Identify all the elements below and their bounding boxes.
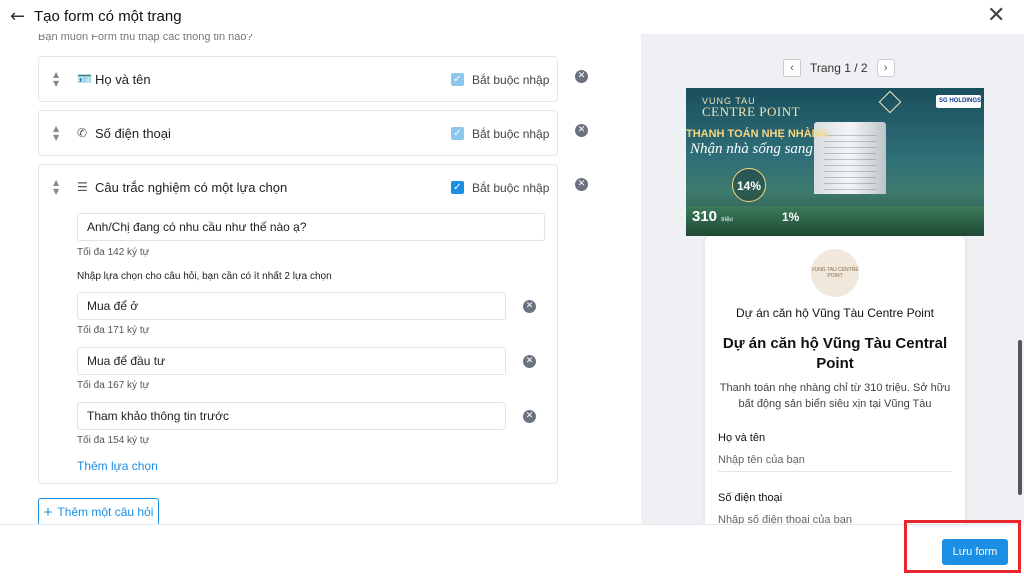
form-subtitle: Dự án căn hộ Vũng Tàu Centre Point [736, 306, 934, 320]
page-indicator: Trang 1 / 2 [810, 61, 868, 75]
form-description: Thanh toán nhẹ nhàng chỉ từ 310 triệu. S… [719, 382, 951, 410]
add-option-link[interactable]: Thêm lựa chọn [77, 459, 158, 473]
name-input[interactable]: Nhập tên của bạn [718, 450, 952, 472]
required-checkbox[interactable]: ✓ [451, 127, 464, 140]
delete-option-icon[interactable]: ✕ [523, 410, 536, 423]
question-label: Họ và tên [95, 72, 151, 87]
form-logo: VUNG TAU CENTRE POINT [811, 249, 859, 297]
form-preview-card: VUNG TAU CENTRE POINT Dự án căn hộ Vũng … [705, 236, 965, 524]
option-input[interactable]: Tham khảo thông tin trước [77, 402, 506, 430]
required-label: Bắt buộc nhập [472, 73, 550, 87]
reorder-icon[interactable]: ▲ ▼ [53, 70, 59, 88]
banner-brand-name: CENTRE POINT [702, 104, 801, 119]
form-title: Dự án căn hộ Vũng Tàu Central Point [722, 335, 948, 372]
question-card: ▲ ▼ 🪪 Họ và tên ✓ Bắt buộc nhập [38, 56, 558, 102]
required-checkbox[interactable]: ✓ [451, 73, 464, 86]
delete-option-icon[interactable]: ✕ [523, 300, 536, 313]
reorder-icon[interactable]: ▲ ▼ [53, 178, 59, 196]
section-prompt: Bạn muốn Form thu thập các thông tin nào… [38, 34, 253, 43]
question-label: Số điện thoại [95, 126, 171, 141]
banner-tagline: Nhận nhà sống sang [690, 141, 813, 157]
required-label: Bắt buộc nhập [472, 181, 550, 195]
plus-icon: + [43, 503, 53, 521]
question-text-input[interactable]: Anh/Chị đang có nhu cầu như thế nào ạ? [77, 213, 545, 241]
list-icon: ☰ [77, 180, 88, 194]
page-pager: ‹ Trang 1 / 2 › [783, 59, 895, 77]
char-limit-hint: Tối đa 142 ký tự [77, 247, 150, 258]
page-title: Tạo form có một trang [34, 8, 182, 25]
phone-icon: ✆ [77, 126, 88, 140]
required-checkbox[interactable]: ✓ [451, 181, 464, 194]
question-card: ▲ ▼ ✆ Số điện thoại ✓ Bắt buộc nhập [38, 110, 558, 156]
field-label: Họ và tên [718, 432, 766, 444]
delete-question-icon[interactable]: ✕ [575, 124, 588, 137]
chevron-left-icon[interactable]: ‹ [783, 59, 801, 77]
question-card: ▲ ▼ ☰ Câu trắc nghiệm có một lựa chọn ✓ B… [38, 164, 558, 484]
banner-percent-badge: 14% [732, 168, 766, 202]
field-label: Số điện thoại [718, 492, 783, 504]
question-label: Câu trắc nghiệm có một lựa chọn [95, 180, 288, 195]
char-limit-hint: Tối đa 171 ký tự [77, 325, 150, 336]
banner-percent-2: 1% [782, 210, 800, 224]
footer [0, 524, 1024, 576]
banner-headline: THANH TOÁN NHẸ NHÀNG [686, 128, 829, 140]
add-question-button[interactable]: + Thêm một câu hỏi [38, 498, 159, 524]
add-question-label: Thêm một câu hỏi [57, 505, 154, 519]
required-label: Bắt buộc nhập [472, 127, 550, 141]
form-preview-panel: ‹ Trang 1 / 2 › VUNG TAU CENTRE POINT SG… [641, 34, 1024, 524]
banner-image: VUNG TAU CENTRE POINT SG HOLDINGS THANH … [686, 88, 984, 236]
reorder-icon[interactable]: ▲ ▼ [53, 124, 59, 142]
form-editor-panel: Bạn muốn Form thu thập các thông tin nào… [0, 34, 640, 524]
id-card-icon: 🪪 [77, 72, 92, 86]
option-input[interactable]: Mua để đầu tư [77, 347, 506, 375]
project-logo-icon [878, 90, 902, 114]
char-limit-hint: Tối đa 154 ký tự [77, 435, 150, 446]
arrow-left-icon[interactable]: ← [10, 6, 25, 27]
developer-logo: SG HOLDINGS [936, 95, 981, 108]
banner-price: 310 triệu [692, 208, 733, 225]
scrollbar[interactable] [1018, 340, 1022, 495]
option-input[interactable]: Mua để ở [77, 292, 506, 320]
delete-option-icon[interactable]: ✕ [523, 355, 536, 368]
delete-question-icon[interactable]: ✕ [575, 178, 588, 191]
highlight-box [904, 520, 1021, 573]
delete-question-icon[interactable]: ✕ [575, 70, 588, 83]
char-limit-hint: Tối đa 167 ký tự [77, 380, 150, 391]
chevron-right-icon[interactable]: › [876, 59, 895, 77]
close-icon[interactable]: ✕ [987, 3, 1005, 28]
options-label: Nhập lựa chọn cho câu hỏi, bạn cần có ít… [77, 271, 332, 282]
header: ← Tạo form có một trang ✕ [0, 0, 1024, 34]
